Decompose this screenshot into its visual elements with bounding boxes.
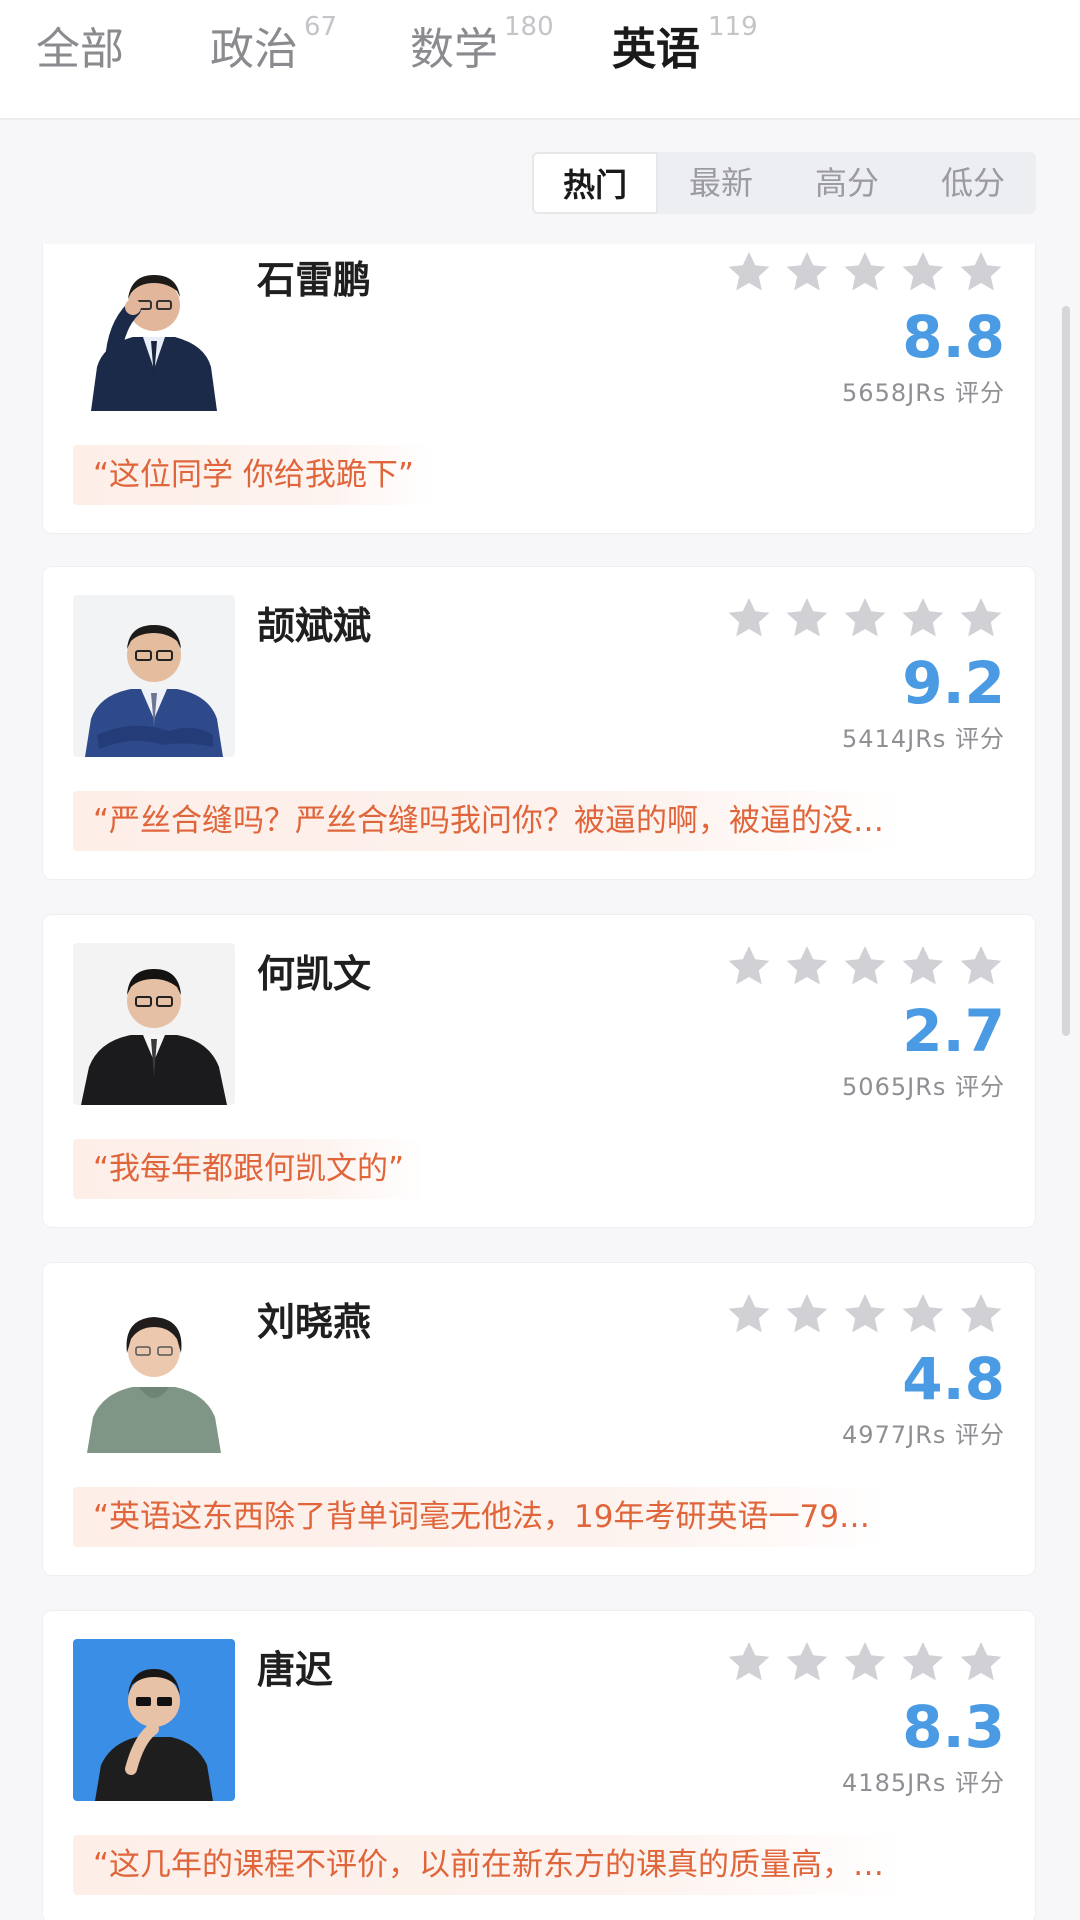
teacher-name: 刘晓燕 bbox=[257, 1300, 372, 1344]
rating-count: 5414JRs 评分 bbox=[842, 725, 1005, 753]
avatar bbox=[73, 1291, 235, 1453]
scrollbar[interactable] bbox=[1062, 306, 1070, 1036]
tab-politics[interactable]: 政治 67 bbox=[210, 12, 337, 98]
featured-comment[interactable]: “这位同学 你给我跪下” bbox=[73, 445, 434, 505]
featured-comment[interactable]: “英语这东西除了背单词毫无他法，19年考研英语一79… bbox=[73, 1487, 890, 1547]
sort-low-score[interactable]: 低分 bbox=[910, 152, 1036, 214]
teacher-card[interactable]: 何凯文 2.7 5065JRs 评分 “我每年都跟何凯文的” bbox=[42, 914, 1036, 1228]
star-icon bbox=[728, 252, 770, 291]
star-icon bbox=[902, 252, 944, 291]
star-icon bbox=[786, 252, 828, 291]
rating-score: 8.3 bbox=[902, 1693, 1005, 1761]
sort-segmented-control: 热门 最新 高分 低分 bbox=[532, 152, 1036, 214]
star-icon bbox=[786, 598, 828, 637]
teacher-list: 石雷鹏 8.8 5658JRs 评分 “这位同学 你给我跪下” 颉斌斌 9.2 … bbox=[0, 244, 1080, 1920]
star-icon bbox=[844, 598, 886, 637]
star-icon bbox=[786, 1294, 828, 1333]
star-icon bbox=[844, 1642, 886, 1681]
star-icon bbox=[728, 1642, 770, 1681]
avatar bbox=[73, 595, 235, 757]
featured-comment[interactable]: “我每年都跟何凯文的” bbox=[73, 1139, 425, 1199]
rating-stars bbox=[725, 1291, 1005, 1339]
teacher-name: 石雷鹏 bbox=[257, 258, 372, 302]
sort-hot[interactable]: 热门 bbox=[532, 152, 658, 214]
teacher-card[interactable]: 石雷鹏 8.8 5658JRs 评分 “这位同学 你给我跪下” bbox=[42, 244, 1036, 534]
rating-score: 4.8 bbox=[902, 1345, 1005, 1413]
star-icon bbox=[902, 1642, 944, 1681]
star-icon bbox=[728, 1294, 770, 1333]
rating-stars bbox=[725, 249, 1005, 297]
tab-math[interactable]: 数学 180 bbox=[410, 12, 554, 98]
rating-count: 4185JRs 评分 bbox=[842, 1769, 1005, 1797]
tab-label: 英语 bbox=[612, 24, 700, 75]
teacher-name: 颉斌斌 bbox=[257, 604, 372, 648]
rating-score: 9.2 bbox=[902, 649, 1005, 717]
star-icon bbox=[786, 1642, 828, 1681]
teacher-card[interactable]: 刘晓燕 4.8 4977JRs 评分 “英语这东西除了背单词毫无他法，19年考研… bbox=[42, 1262, 1036, 1576]
rating-count: 5065JRs 评分 bbox=[842, 1073, 1005, 1101]
star-icon bbox=[844, 946, 886, 985]
rating-stars bbox=[725, 943, 1005, 991]
star-icon bbox=[960, 1294, 1002, 1333]
star-icon bbox=[902, 1294, 944, 1333]
tab-label: 全部 bbox=[36, 24, 124, 75]
tab-english[interactable]: 英语 119 bbox=[612, 12, 758, 98]
subject-tab-bar: 全部 政治 67 数学 180 英语 119 bbox=[0, 0, 1080, 120]
star-icon bbox=[960, 946, 1002, 985]
rating-stars bbox=[725, 1639, 1005, 1687]
rating-score: 8.8 bbox=[902, 303, 1005, 371]
teacher-name: 唐迟 bbox=[257, 1648, 334, 1692]
tab-count: 67 bbox=[304, 12, 338, 42]
featured-comment[interactable]: “这几年的课程不评价，以前在新东方的课真的质量高，… bbox=[73, 1835, 905, 1895]
avatar bbox=[73, 943, 235, 1105]
tab-label: 政治 bbox=[210, 24, 298, 75]
avatar bbox=[73, 1639, 235, 1801]
tab-count: 180 bbox=[504, 12, 554, 42]
rating-count: 4977JRs 评分 bbox=[842, 1421, 1005, 1449]
featured-comment[interactable]: “严丝合缝吗？严丝合缝吗我问你？被逼的啊，被逼的没… bbox=[73, 791, 905, 851]
tab-all[interactable]: 全部 bbox=[36, 18, 124, 98]
star-icon bbox=[786, 946, 828, 985]
rating-stars bbox=[725, 595, 1005, 643]
tab-label: 数学 bbox=[410, 24, 498, 75]
star-icon bbox=[844, 1294, 886, 1333]
star-icon bbox=[960, 1642, 1002, 1681]
star-icon bbox=[902, 598, 944, 637]
rating-count: 5658JRs 评分 bbox=[842, 379, 1005, 407]
star-icon bbox=[728, 598, 770, 637]
rating-score: 2.7 bbox=[902, 997, 1005, 1065]
teacher-card[interactable]: 颉斌斌 9.2 5414JRs 评分 “严丝合缝吗？严丝合缝吗我问你？被逼的啊，… bbox=[42, 566, 1036, 880]
teacher-card[interactable]: 唐迟 8.3 4185JRs 评分 “这几年的课程不评价，以前在新东方的课真的质… bbox=[42, 1610, 1036, 1920]
star-icon bbox=[960, 252, 1002, 291]
avatar bbox=[73, 249, 235, 411]
star-icon bbox=[844, 252, 886, 291]
tab-count: 119 bbox=[708, 12, 758, 42]
star-icon bbox=[902, 946, 944, 985]
star-icon bbox=[960, 598, 1002, 637]
sort-high-score[interactable]: 高分 bbox=[784, 152, 910, 214]
sort-newest[interactable]: 最新 bbox=[658, 152, 784, 214]
teacher-name: 何凯文 bbox=[257, 952, 372, 996]
star-icon bbox=[728, 946, 770, 985]
